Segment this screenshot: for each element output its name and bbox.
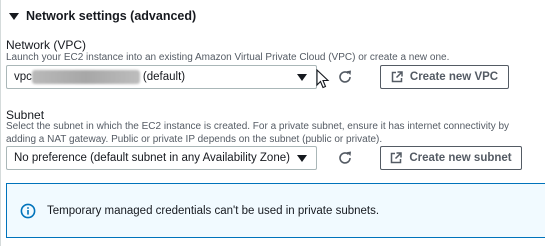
create-new-subnet-label: Create new subnet bbox=[409, 152, 512, 164]
create-new-vpc-label: Create new VPC bbox=[409, 71, 499, 83]
subnet-select[interactable]: No preference (default subnet in any Ava… bbox=[6, 146, 317, 170]
network-label: Network (VPC) bbox=[6, 38, 87, 52]
external-link-icon bbox=[391, 152, 403, 164]
vpc-select[interactable]: vpc (default) bbox=[6, 65, 317, 89]
external-link-icon bbox=[391, 71, 403, 83]
create-new-subnet-button[interactable]: Create new subnet bbox=[380, 146, 522, 170]
subnet-label: Subnet bbox=[6, 108, 45, 122]
info-alert: Temporary managed credentials can't be u… bbox=[6, 183, 545, 238]
refresh-icon[interactable] bbox=[336, 68, 354, 86]
info-icon bbox=[20, 203, 36, 218]
info-alert-message: Temporary managed credentials can't be u… bbox=[47, 204, 380, 217]
dropdown-arrow-icon bbox=[297, 155, 307, 162]
refresh-icon[interactable] bbox=[336, 149, 354, 167]
network-settings-panel: Network settings (advanced) Network (VPC… bbox=[0, 0, 545, 246]
vpc-select-suffix: (default) bbox=[142, 71, 186, 83]
mouse-cursor-icon bbox=[316, 69, 330, 89]
vpc-select-prefix: vpc bbox=[14, 71, 32, 83]
create-new-vpc-button[interactable]: Create new VPC bbox=[380, 65, 509, 89]
network-description: Launch your EC2 instance into an existin… bbox=[6, 52, 450, 63]
network-settings-toggle[interactable]: Network settings (advanced) bbox=[9, 7, 196, 25]
subnet-description: Select the subnet in which the EC2 insta… bbox=[6, 121, 510, 145]
caret-down-icon bbox=[9, 13, 19, 20]
subnet-select-value: No preference (default subnet in any Ava… bbox=[14, 152, 290, 164]
redacted-vpc-id bbox=[31, 70, 140, 84]
section-title: Network settings (advanced) bbox=[26, 9, 197, 23]
dropdown-arrow-icon bbox=[297, 74, 307, 81]
